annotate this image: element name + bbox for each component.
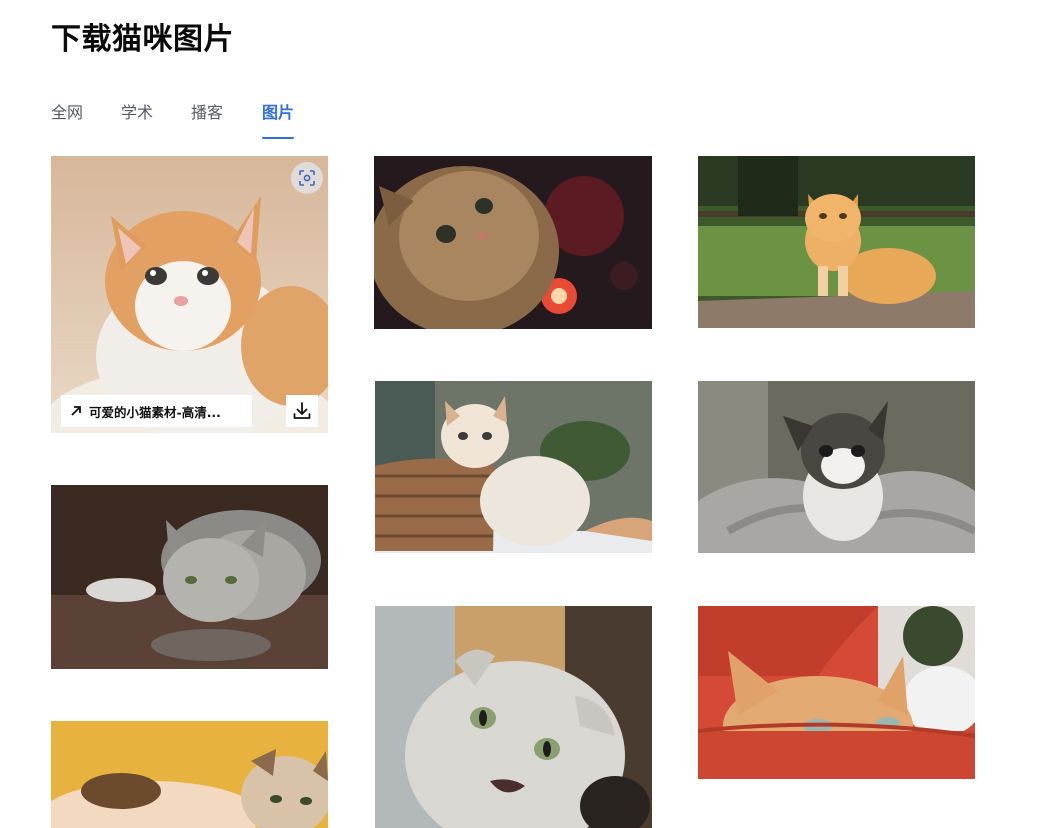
download-button[interactable] <box>286 395 318 427</box>
tab-web[interactable]: 全网 <box>51 101 83 141</box>
image-result-scottish-fold[interactable] <box>375 606 652 828</box>
tab-academic[interactable]: 学术 <box>121 101 153 141</box>
image-result-tabby-kitten-blanket[interactable] <box>698 381 975 553</box>
tab-label: 学术 <box>121 103 154 122</box>
image-result-cat-peeking[interactable] <box>698 606 975 779</box>
tab-label: 播客 <box>191 103 224 122</box>
external-link-arrow-icon <box>69 404 83 418</box>
fluffy-persian-cat-photo <box>374 156 652 329</box>
image-result-kitten-basket[interactable] <box>375 381 652 553</box>
active-tab-underline <box>262 137 295 139</box>
page-title: 下载猫咪图片 <box>51 22 234 57</box>
tab-images[interactable]: 图片 <box>262 101 295 141</box>
image-result-ginger-kitten[interactable] <box>698 156 975 328</box>
kitten-orange-white-photo <box>51 156 328 433</box>
calico-kitten-photo <box>51 721 328 828</box>
tab-label: 全网 <box>51 103 84 122</box>
kitten-in-basket-photo <box>375 381 652 553</box>
image-source-link[interactable]: 可爱的小猫素材-高清... <box>61 395 252 427</box>
cat-peeking-over-couch-photo <box>698 606 975 779</box>
tab-podcast[interactable]: 播客 <box>191 101 223 141</box>
visual-search-icon <box>299 170 315 186</box>
scottish-fold-cat-photo <box>375 606 652 828</box>
image-caption: 可爱的小猫素材-高清... <box>89 404 221 420</box>
image-result-fluffy-cat[interactable] <box>374 156 652 329</box>
image-result-calico-kitten[interactable] <box>51 721 328 828</box>
download-icon <box>293 402 311 419</box>
silver-tabby-cat-photo <box>51 485 328 669</box>
visual-search-button[interactable] <box>291 162 323 194</box>
image-result-tabby-cat[interactable] <box>51 485 328 669</box>
ginger-kitten-on-log-photo <box>698 156 975 328</box>
image-result-featured[interactable]: 可爱的小猫素材-高清... <box>51 156 328 433</box>
image-search-page: 下载猫咪图片 全网 学术 播客 图片 可爱的小猫素材-高清... <box>0 0 1058 828</box>
tabby-kitten-on-blanket-photo <box>698 381 975 553</box>
tab-label: 图片 <box>262 103 295 122</box>
